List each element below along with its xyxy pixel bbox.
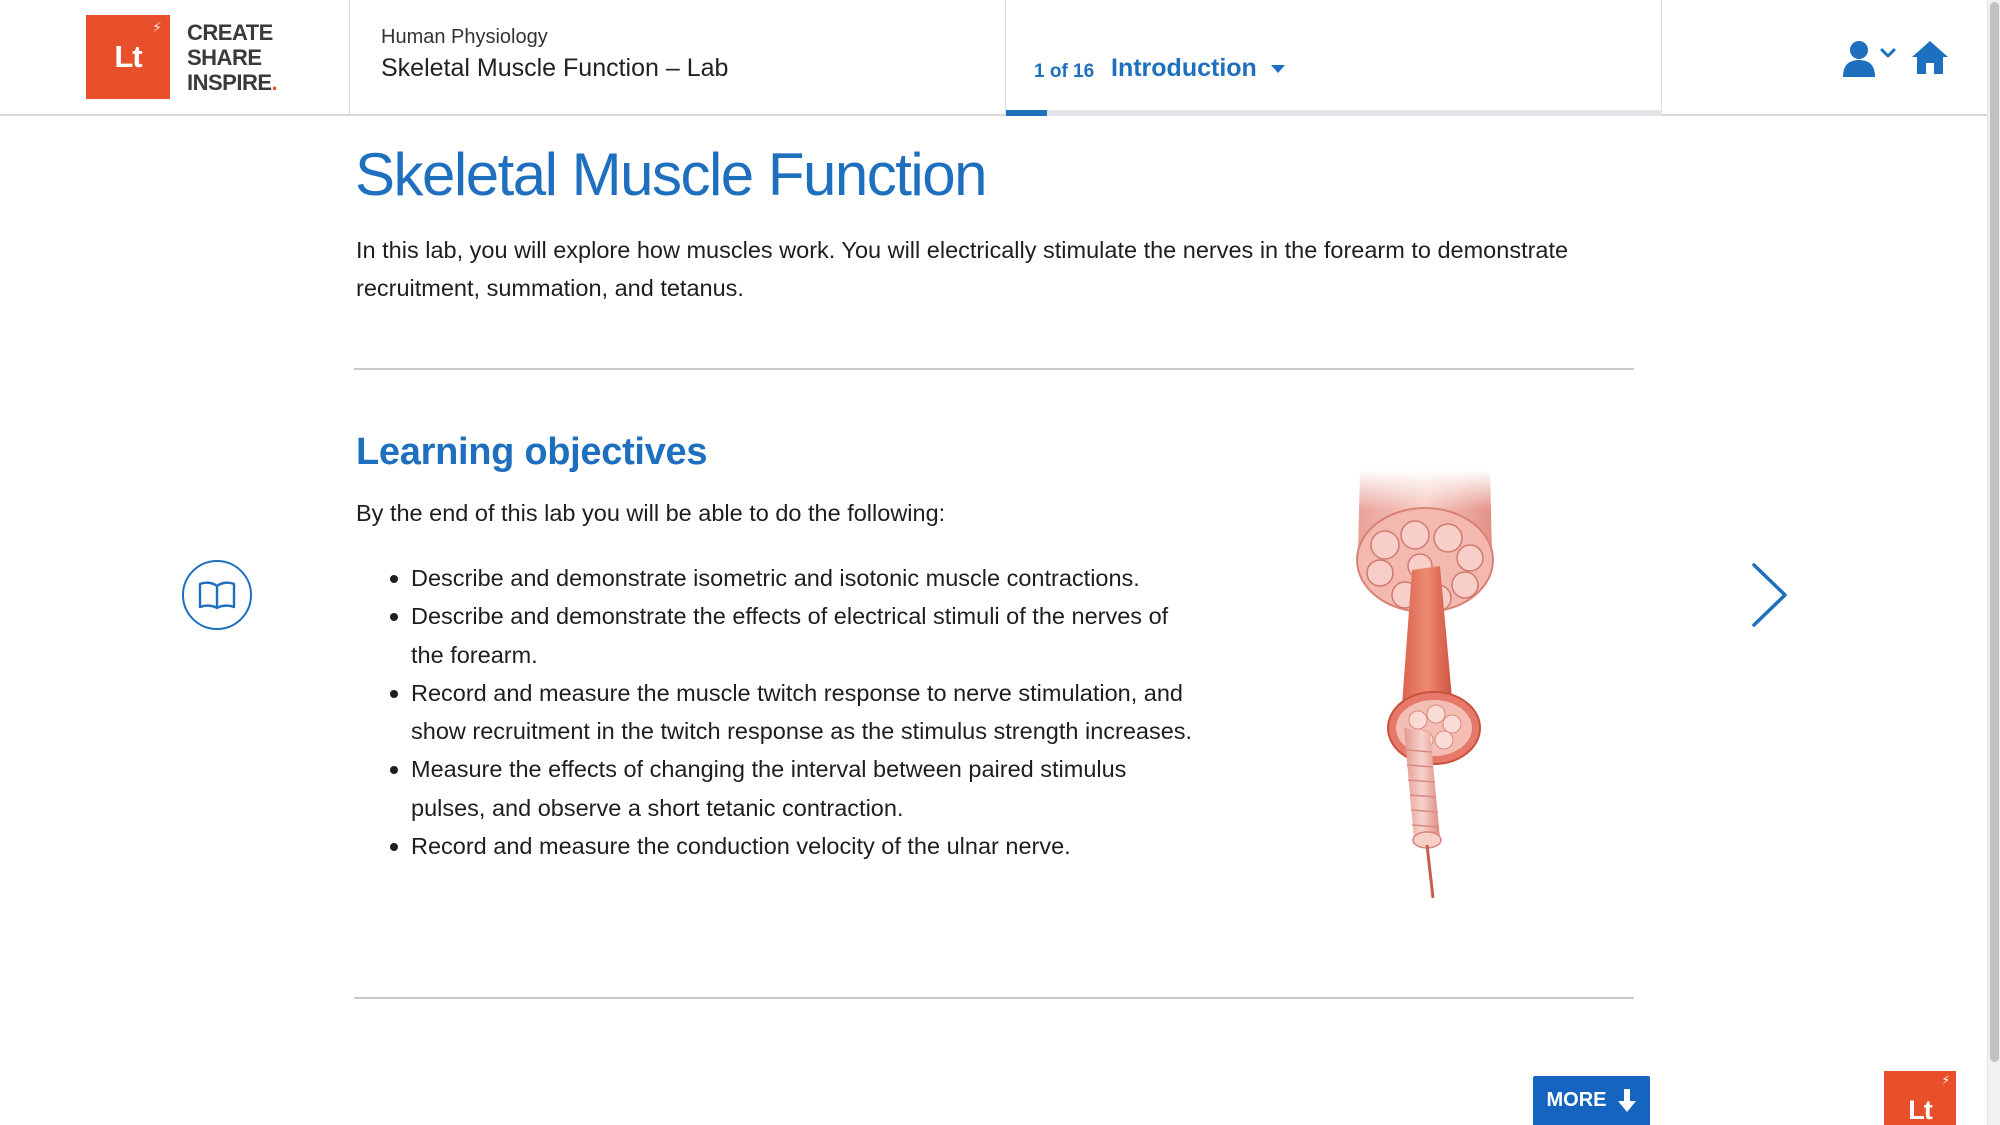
brand-area: ⚡ Lt CREATE SHARE INSPIRE. bbox=[0, 0, 350, 114]
brand-tagline: CREATE SHARE INSPIRE. bbox=[187, 20, 278, 95]
scrollbar-thumb[interactable] bbox=[1990, 2, 1999, 1062]
section-label: Introduction bbox=[1111, 54, 1257, 82]
user-menu-button[interactable] bbox=[1842, 40, 1898, 78]
progress-fill bbox=[1006, 110, 1047, 116]
lt-logo[interactable]: ⚡ Lt bbox=[86, 15, 170, 99]
page-title: Skeletal Muscle Function bbox=[355, 141, 987, 208]
intro-paragraph: In this lab, you will explore how muscle… bbox=[356, 237, 1569, 301]
home-icon bbox=[1912, 41, 1948, 74]
spark-icon: ⚡ bbox=[1941, 1073, 1950, 1087]
spark-icon: ⚡ bbox=[152, 19, 162, 35]
user-icon bbox=[1843, 41, 1896, 77]
chevron-right-icon bbox=[1752, 563, 1787, 627]
objective-item: Measure the effects of changing the inte… bbox=[356, 750, 1196, 827]
tagline-line: SHARE bbox=[187, 45, 262, 70]
open-book-icon bbox=[198, 581, 236, 610]
objective-item: Describe and demonstrate isometric and i… bbox=[356, 559, 1196, 597]
objective-item: Record and measure the muscle twitch res… bbox=[356, 674, 1196, 751]
objective-item: Describe and demonstrate the effects of … bbox=[356, 597, 1196, 674]
section-dropdown[interactable]: Introduction bbox=[1111, 54, 1285, 83]
page-count: 1 of 16 bbox=[1034, 61, 1095, 82]
objectives-lead: By the end of this lab you will be able … bbox=[356, 500, 946, 526]
arrow-down-icon bbox=[1617, 1088, 1636, 1112]
lesson-navigation: 1 of 16 Introduction bbox=[1006, 0, 1662, 116]
logo-text: Lt bbox=[114, 39, 142, 74]
objectives-list: Describe and demonstrate isometric and i… bbox=[356, 559, 1196, 865]
more-label: MORE bbox=[1546, 1089, 1607, 1111]
section-divider bbox=[354, 368, 1634, 370]
corner-logo-text: Lt bbox=[1908, 1095, 1932, 1125]
next-page-button[interactable] bbox=[1745, 560, 1795, 630]
tagline-line: INSPIRE. bbox=[187, 70, 278, 95]
course-subtitle: Human Physiology bbox=[381, 26, 548, 48]
course-info: Human Physiology Skeletal Muscle Functio… bbox=[350, 0, 1006, 114]
corner-lt-logo[interactable]: ⚡ Lt bbox=[1884, 1071, 1956, 1125]
muscle-fiber-illustration bbox=[1340, 470, 1520, 900]
chevron-down-icon bbox=[1880, 48, 1896, 58]
top-bar: ⚡ Lt CREATE SHARE INSPIRE. Human Physiol… bbox=[0, 0, 1987, 116]
section-divider bbox=[354, 997, 1634, 999]
progress-bar bbox=[1006, 110, 1662, 116]
caret-down-icon bbox=[1270, 64, 1285, 73]
more-button[interactable]: MORE bbox=[1533, 1076, 1650, 1125]
objective-item: Record and measure the conduction veloci… bbox=[356, 827, 1196, 865]
tagline-line: CREATE bbox=[187, 20, 273, 45]
vertical-scrollbar[interactable] bbox=[1987, 0, 2000, 1125]
glossary-button[interactable] bbox=[182, 560, 252, 630]
course-title: Skeletal Muscle Function – Lab bbox=[381, 54, 729, 82]
home-button[interactable] bbox=[1910, 38, 1950, 78]
objectives-heading: Learning objectives bbox=[356, 431, 708, 473]
